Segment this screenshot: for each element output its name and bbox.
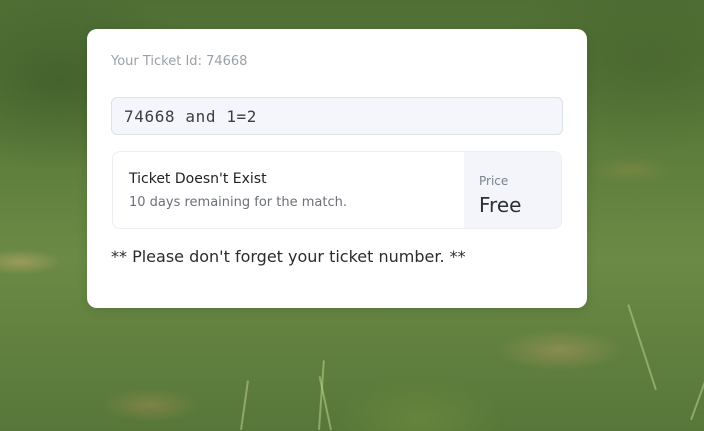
grass-blade: [627, 304, 657, 391]
ticket-card: Your Ticket Id: 74668 Ticket Doesn't Exi…: [87, 29, 587, 308]
ticket-result-panel: Ticket Doesn't Exist 10 days remaining f…: [112, 151, 562, 229]
price-label: Price: [479, 174, 509, 188]
grass-blade: [240, 380, 249, 431]
ticket-id-input[interactable]: [111, 97, 563, 135]
ticket-id-label: Your Ticket Id: 74668: [111, 54, 248, 69]
result-title: Ticket Doesn't Exist: [129, 171, 267, 187]
price-panel: Price Free: [464, 152, 561, 228]
price-value: Free: [479, 193, 522, 217]
result-subtitle: 10 days remaining for the match.: [129, 195, 347, 210]
grass-blade: [690, 344, 704, 421]
reminder-note: ** Please don't forget your ticket numbe…: [111, 247, 466, 266]
